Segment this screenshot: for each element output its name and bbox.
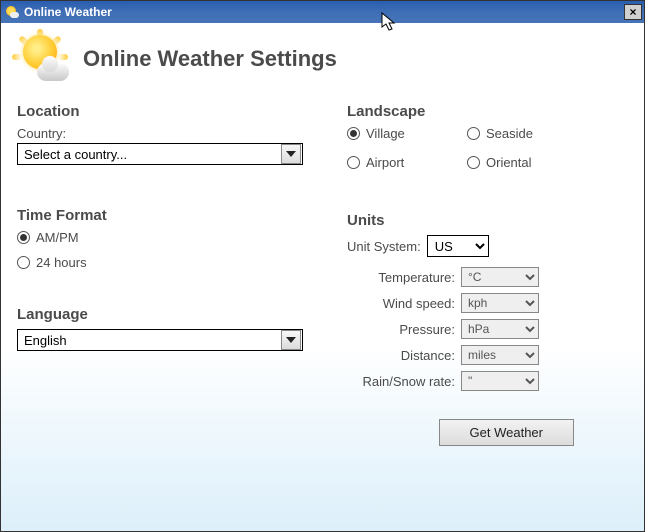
app-icon: [5, 5, 19, 19]
unit-system-label: Unit System:: [347, 239, 421, 254]
wind-select[interactable]: kph: [461, 293, 539, 313]
radio-airport[interactable]: Airport: [347, 155, 467, 170]
unit-system-select[interactable]: US: [427, 235, 489, 257]
temperature-select[interactable]: °C: [461, 267, 539, 287]
radio-icon: [17, 256, 30, 269]
location-heading: Location: [17, 103, 317, 120]
radio-icon: [467, 156, 480, 169]
radio-label: Village: [366, 126, 405, 141]
units-heading: Units: [347, 212, 628, 229]
pressure-label: Pressure:: [347, 322, 455, 337]
country-label: Country:: [17, 126, 317, 141]
radio-label: AM/PM: [36, 230, 79, 245]
landscape-heading: Landscape: [347, 103, 628, 120]
language-value: English: [18, 333, 281, 348]
radio-label: Seaside: [486, 126, 533, 141]
radio-icon: [467, 127, 480, 140]
language-heading: Language: [17, 306, 317, 323]
close-icon: ×: [629, 5, 636, 19]
radio-label: Oriental: [486, 155, 532, 170]
chevron-down-icon: [281, 144, 301, 164]
wind-label: Wind speed:: [347, 296, 455, 311]
window-title: Online Weather: [24, 5, 112, 19]
radio-seaside[interactable]: Seaside: [467, 126, 587, 141]
time-format-heading: Time Format: [17, 207, 317, 224]
country-value: Select a country...: [18, 147, 281, 162]
window: Online Weather × Online Weather Settings…: [0, 0, 645, 532]
rain-select[interactable]: ": [461, 371, 539, 391]
weather-icon: [17, 33, 69, 85]
radio-village[interactable]: Village: [347, 126, 467, 141]
radio-label: 24 hours: [36, 255, 87, 270]
rain-label: Rain/Snow rate:: [347, 374, 455, 389]
radio-label: Airport: [366, 155, 404, 170]
pressure-select[interactable]: hPa: [461, 319, 539, 339]
distance-select[interactable]: miles: [461, 345, 539, 365]
language-select[interactable]: English: [17, 329, 303, 351]
radio-ampm[interactable]: AM/PM: [17, 230, 317, 245]
radio-icon: [17, 231, 30, 244]
radio-oriental[interactable]: Oriental: [467, 155, 587, 170]
get-weather-button[interactable]: Get Weather: [439, 419, 574, 446]
titlebar: Online Weather ×: [1, 1, 644, 23]
radio-24h[interactable]: 24 hours: [17, 255, 317, 270]
temperature-label: Temperature:: [347, 270, 455, 285]
country-select[interactable]: Select a country...: [17, 143, 303, 165]
close-button[interactable]: ×: [624, 4, 642, 20]
chevron-down-icon: [281, 330, 301, 350]
radio-icon: [347, 127, 360, 140]
page-title: Online Weather Settings: [83, 46, 337, 72]
distance-label: Distance:: [347, 348, 455, 363]
radio-icon: [347, 156, 360, 169]
